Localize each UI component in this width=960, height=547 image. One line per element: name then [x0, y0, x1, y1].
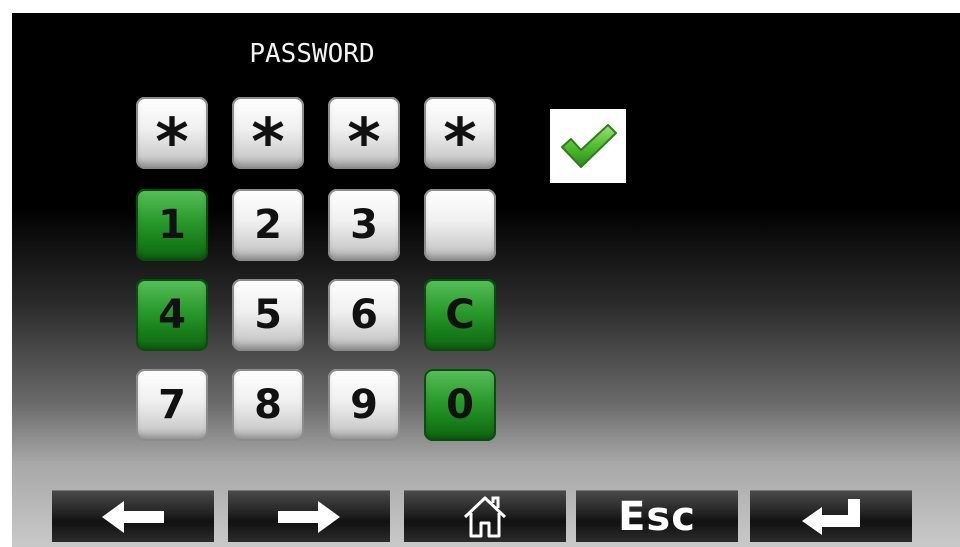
password-char-4: *: [424, 97, 496, 179]
arrow-right-icon: [278, 500, 340, 533]
arrow-left-icon: [102, 500, 164, 533]
key-9[interactable]: 9: [328, 369, 400, 441]
esc-button[interactable]: Esc: [576, 490, 738, 542]
back-button[interactable]: [52, 490, 214, 542]
home-icon: [463, 496, 507, 537]
password-char-2: *: [232, 97, 304, 179]
home-button[interactable]: [404, 490, 566, 542]
enter-return-icon: [802, 498, 860, 535]
password-char-1: *: [136, 97, 208, 179]
password-char-3: *: [328, 97, 400, 179]
key-8[interactable]: 8: [232, 369, 304, 441]
confirm-button[interactable]: [550, 109, 626, 183]
esc-label: Esc: [618, 493, 696, 540]
key-3[interactable]: 3: [328, 189, 400, 261]
key-6[interactable]: 6: [328, 279, 400, 351]
password-screen: PASSWORD * * * * 1 2 3 4 5 6 C 7 8 9 0 E…: [12, 13, 960, 547]
key-5[interactable]: 5: [232, 279, 304, 351]
key-4[interactable]: 4: [136, 279, 208, 351]
key-blank[interactable]: [424, 189, 496, 261]
key-0[interactable]: 0: [424, 369, 496, 441]
key-1[interactable]: 1: [136, 189, 208, 261]
checkmark-icon: [561, 124, 617, 168]
forward-button[interactable]: [228, 490, 390, 542]
enter-button[interactable]: [750, 490, 912, 542]
page-title: PASSWORD: [249, 39, 375, 69]
key-clear[interactable]: C: [424, 279, 496, 351]
key-7[interactable]: 7: [136, 369, 208, 441]
key-2[interactable]: 2: [232, 189, 304, 261]
